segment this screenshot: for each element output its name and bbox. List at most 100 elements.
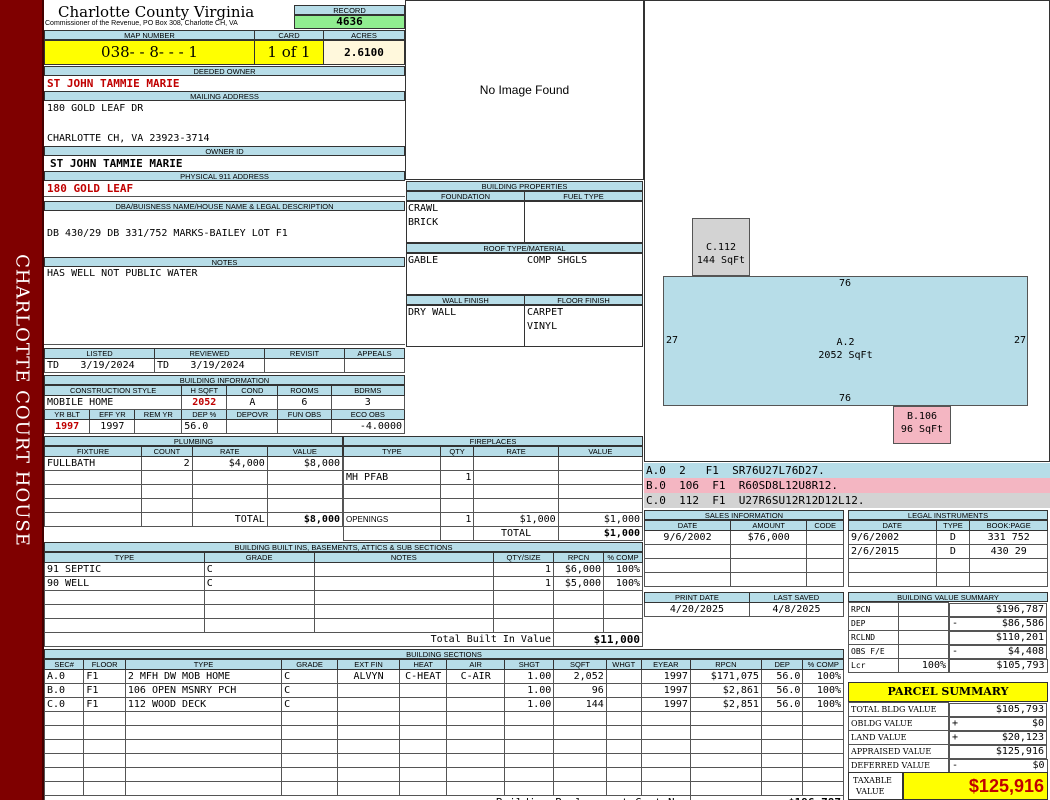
builtins-col-header: NOTES bbox=[313, 552, 495, 563]
table-row: 90 WELL C 1 $5,000 100% bbox=[44, 576, 643, 591]
openings-rate: $1,000 bbox=[473, 512, 559, 527]
owner-id-header: OWNER ID bbox=[44, 146, 405, 156]
table-row bbox=[643, 558, 844, 573]
builtins-cell bbox=[44, 604, 205, 619]
sections-cell bbox=[446, 767, 506, 782]
table-row bbox=[848, 572, 1048, 587]
sections-cell: B.0 bbox=[43, 683, 85, 698]
sections-cell: 1997 bbox=[640, 683, 691, 698]
table-row bbox=[43, 470, 344, 485]
value-summary-label: RCLND bbox=[848, 630, 899, 645]
sections-cell: 1997 bbox=[640, 697, 691, 712]
plumbing-cell: FULLBATH bbox=[43, 456, 143, 471]
builtins-cell bbox=[493, 618, 555, 633]
sections-col-header: AIR bbox=[446, 659, 506, 670]
fireplaces-cell bbox=[557, 498, 644, 513]
mailing-line-1: 180 GOLD LEAF DR bbox=[47, 103, 144, 114]
plumbing-cell: 2 bbox=[141, 456, 193, 471]
builtins-cell bbox=[553, 590, 604, 605]
legal-cell bbox=[969, 558, 1048, 573]
parcel-summary-value: $105,793 bbox=[995, 703, 1044, 715]
rooms: 6 bbox=[277, 395, 332, 410]
legal-cell bbox=[848, 558, 937, 573]
parcel-summary-value: $0 bbox=[1031, 717, 1044, 729]
table-row: 91 SEPTIC C 1 $6,000 100% bbox=[44, 562, 643, 577]
divider bbox=[44, 196, 405, 197]
sections-total-row: Building Replacement Cost New$196,787 bbox=[44, 795, 845, 800]
sales-cell bbox=[643, 572, 732, 587]
sections-cell bbox=[446, 683, 506, 698]
builtins-cell bbox=[203, 590, 315, 605]
fireplaces-cell: MH PFAB bbox=[343, 470, 441, 485]
sections-cell bbox=[605, 711, 642, 726]
sections-cell bbox=[504, 739, 555, 754]
sections-cell bbox=[83, 739, 126, 754]
bdrms-header: BDRMS bbox=[330, 385, 406, 396]
sections-cell bbox=[281, 725, 338, 740]
sections-cell bbox=[689, 725, 762, 740]
taxable-label-1: TAXABLE bbox=[853, 776, 892, 785]
sections-cell bbox=[83, 753, 126, 768]
sections-cell bbox=[399, 697, 448, 712]
sections-cell bbox=[605, 739, 642, 754]
value-summary-value-cell: - $86,586 bbox=[949, 616, 1047, 631]
sales-table: DATE AMOUNT CODE 9/6/2002 $76,000 bbox=[643, 520, 844, 587]
sketch-area-a: A.2 2052 SqFt bbox=[663, 276, 1028, 406]
sales-header: SALES INFORMATION bbox=[644, 510, 844, 520]
acres-header: ACRES bbox=[323, 30, 405, 40]
economic-obs: -4.0000 bbox=[330, 419, 406, 434]
sections-cell: 96 bbox=[553, 683, 607, 698]
builtins-total-label: Total Built In Value bbox=[43, 632, 555, 647]
area-c-label: C.112 bbox=[705, 242, 737, 253]
revisit-value bbox=[264, 358, 345, 373]
foundation-1: CRAWL bbox=[408, 203, 439, 214]
parcel-summary-value: $125,916 bbox=[995, 745, 1044, 757]
sections-cell bbox=[399, 781, 448, 796]
foundation-header: FOUNDATION bbox=[406, 191, 525, 201]
builtins-col-header: GRADE bbox=[203, 552, 315, 563]
last-saved-date: 4/8/2025 bbox=[748, 602, 845, 617]
sections-cell bbox=[336, 781, 401, 796]
plumbing-total-row: TOTAL $8,000 bbox=[43, 512, 344, 527]
building-sections-header: BUILDING SECTIONS bbox=[44, 649, 844, 659]
fireplaces-col-header: QTY bbox=[439, 446, 475, 457]
building-info-table: CONSTRUCTION STYLE H SQFT COND ROOMS BDR… bbox=[43, 385, 406, 434]
sections-cell bbox=[124, 781, 283, 796]
sections-cell bbox=[553, 739, 607, 754]
sections-col-header: SQFT bbox=[553, 659, 607, 670]
table-row bbox=[343, 498, 644, 513]
parcel-summary-value: $0 bbox=[1032, 759, 1045, 771]
sections-cell bbox=[553, 725, 607, 740]
sketch-code-row: A.0 2 F1 SR76U27L76D27. bbox=[644, 463, 1050, 478]
sections-cell bbox=[281, 739, 338, 754]
sections-cell bbox=[281, 753, 338, 768]
sketch-area-b: B.106 96 SqFt bbox=[893, 406, 951, 444]
sales-col-header: CODE bbox=[806, 520, 844, 531]
parcel-summary-label: DEFERRED VALUE bbox=[848, 758, 949, 773]
sections-cell: 106 OPEN MSNRY PCH bbox=[124, 683, 283, 698]
legal-cell bbox=[935, 558, 971, 573]
sections-cell: F1 bbox=[83, 683, 126, 698]
value-summary-pct bbox=[898, 644, 949, 659]
legal-cell: 2/6/2015 bbox=[848, 544, 937, 559]
sales-cell bbox=[806, 530, 844, 545]
sidebar-title: CHARLOTTE COURT HOUSE bbox=[11, 254, 33, 547]
building-info-header: BUILDING INFORMATION bbox=[44, 375, 405, 385]
sign: - bbox=[952, 617, 959, 629]
building-properties-header: BUILDING PROPERTIES bbox=[406, 181, 643, 191]
builtins-col-header: QTY/SIZE bbox=[493, 552, 555, 563]
sections-col-header: SHGT bbox=[504, 659, 555, 670]
sections-col-header: HEAT bbox=[399, 659, 448, 670]
plumbing-cell bbox=[43, 512, 143, 527]
value-summary-value: $4,408 bbox=[1007, 645, 1044, 657]
listing-table: LISTED REVIEWED REVISIT APPEALS TD 3/19/… bbox=[44, 348, 405, 373]
plumbing-table: FIXTURE COUNT RATE VALUE FULLBATH 2 $4,000 $8,0… bbox=[43, 446, 344, 527]
heated-sqft: 2052 bbox=[181, 395, 228, 410]
sections-cell: C bbox=[281, 697, 338, 712]
value-summary-label: DEP bbox=[848, 616, 899, 631]
fireplaces-col-header: TYPE bbox=[343, 446, 441, 457]
sections-cell: 1.00 bbox=[504, 697, 555, 712]
sales-cell bbox=[730, 544, 808, 559]
remodel-year bbox=[134, 419, 183, 434]
fireplaces-total-label: TOTAL bbox=[473, 526, 559, 541]
